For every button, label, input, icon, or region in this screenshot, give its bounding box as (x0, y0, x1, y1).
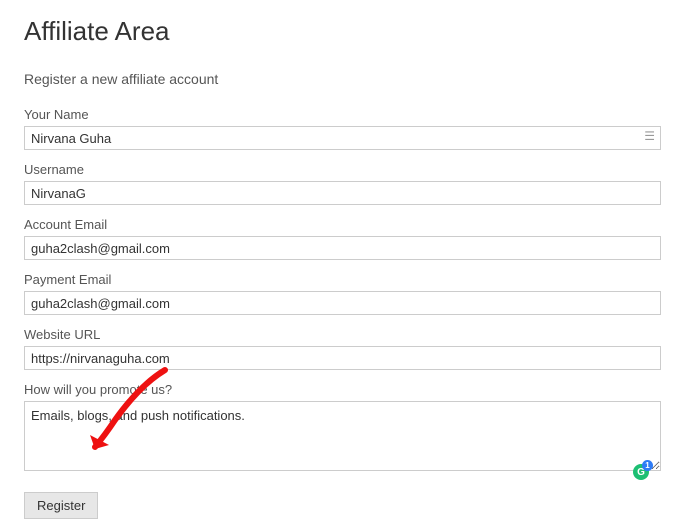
label-account-email: Account Email (24, 217, 661, 232)
page-subtitle: Register a new affiliate account (24, 71, 661, 87)
input-your-name[interactable] (24, 126, 661, 150)
autofill-icon: ☰ (644, 129, 655, 143)
label-payment-email: Payment Email (24, 272, 661, 287)
input-username[interactable] (24, 181, 661, 205)
grammarly-badge: 1 (642, 460, 653, 471)
input-account-email[interactable] (24, 236, 661, 260)
register-button[interactable]: Register (24, 492, 98, 519)
input-payment-email[interactable] (24, 291, 661, 315)
label-your-name: Your Name (24, 107, 661, 122)
page-title: Affiliate Area (24, 16, 661, 47)
label-username: Username (24, 162, 661, 177)
label-promote: How will you promote us? (24, 382, 661, 397)
input-website-url[interactable] (24, 346, 661, 370)
textarea-promote[interactable] (24, 401, 661, 471)
grammarly-icon[interactable]: G 1 (633, 464, 651, 482)
label-website-url: Website URL (24, 327, 661, 342)
